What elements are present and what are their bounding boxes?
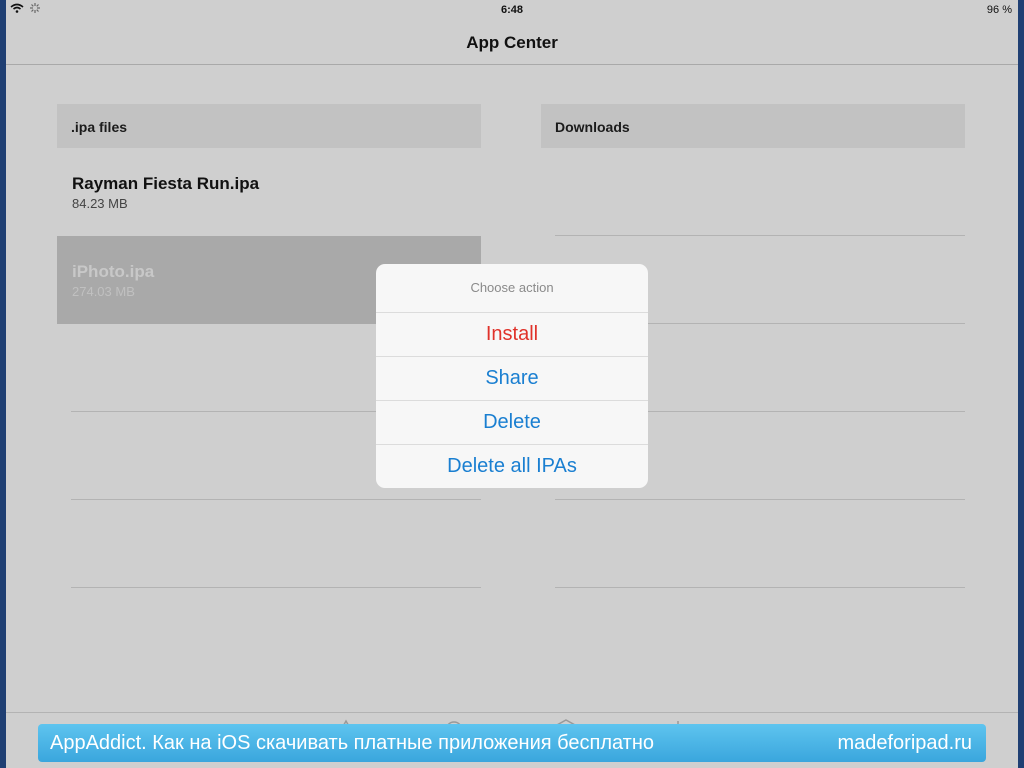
file-size: 84.23 MB bbox=[72, 196, 128, 211]
file-name: iPhoto.ipa bbox=[72, 262, 155, 281]
delete-all-ipas-button[interactable]: Delete all IPAs bbox=[376, 445, 648, 488]
row-separator bbox=[71, 587, 481, 588]
ipa-files-header-label: .ipa files bbox=[71, 119, 128, 135]
downloads-header: Downloads bbox=[541, 104, 965, 148]
banner-site: madeforipad.ru bbox=[837, 732, 972, 754]
file-item-rayman[interactable]: Rayman Fiesta Run.ipa 84.23 MB bbox=[57, 148, 481, 236]
row-separator bbox=[555, 587, 965, 588]
action-sheet: Choose action Install Share Delete Delet… bbox=[376, 264, 648, 488]
action-sheet-title: Choose action bbox=[376, 264, 648, 313]
file-size: 274.03 MB bbox=[72, 284, 135, 299]
downloads-header-label: Downloads bbox=[555, 119, 630, 135]
install-button[interactable]: Install bbox=[376, 313, 648, 357]
caption-banner: AppAddict. Как на iOS скачивать платные … bbox=[38, 724, 986, 762]
battery-percent: 96 % bbox=[986, 4, 1012, 16]
row-separator bbox=[71, 499, 481, 500]
row-separator bbox=[555, 235, 965, 236]
page-title: App Center bbox=[466, 33, 558, 52]
file-name: Rayman Fiesta Run.ipa bbox=[72, 174, 260, 193]
share-button[interactable]: Share bbox=[376, 357, 648, 401]
status-bar: 6:48 96 % bbox=[6, 0, 1018, 20]
banner-caption: AppAddict. Как на iOS скачивать платные … bbox=[50, 732, 655, 754]
delete-button[interactable]: Delete bbox=[376, 401, 648, 445]
ipad-screen: 6:48 96 % App Center .ipa files Rayman F… bbox=[6, 0, 1018, 768]
ipa-files-header: .ipa files bbox=[57, 104, 481, 148]
row-separator bbox=[555, 499, 965, 500]
status-time: 6:48 bbox=[500, 4, 524, 16]
navigation-bar: App Center bbox=[6, 20, 1018, 65]
